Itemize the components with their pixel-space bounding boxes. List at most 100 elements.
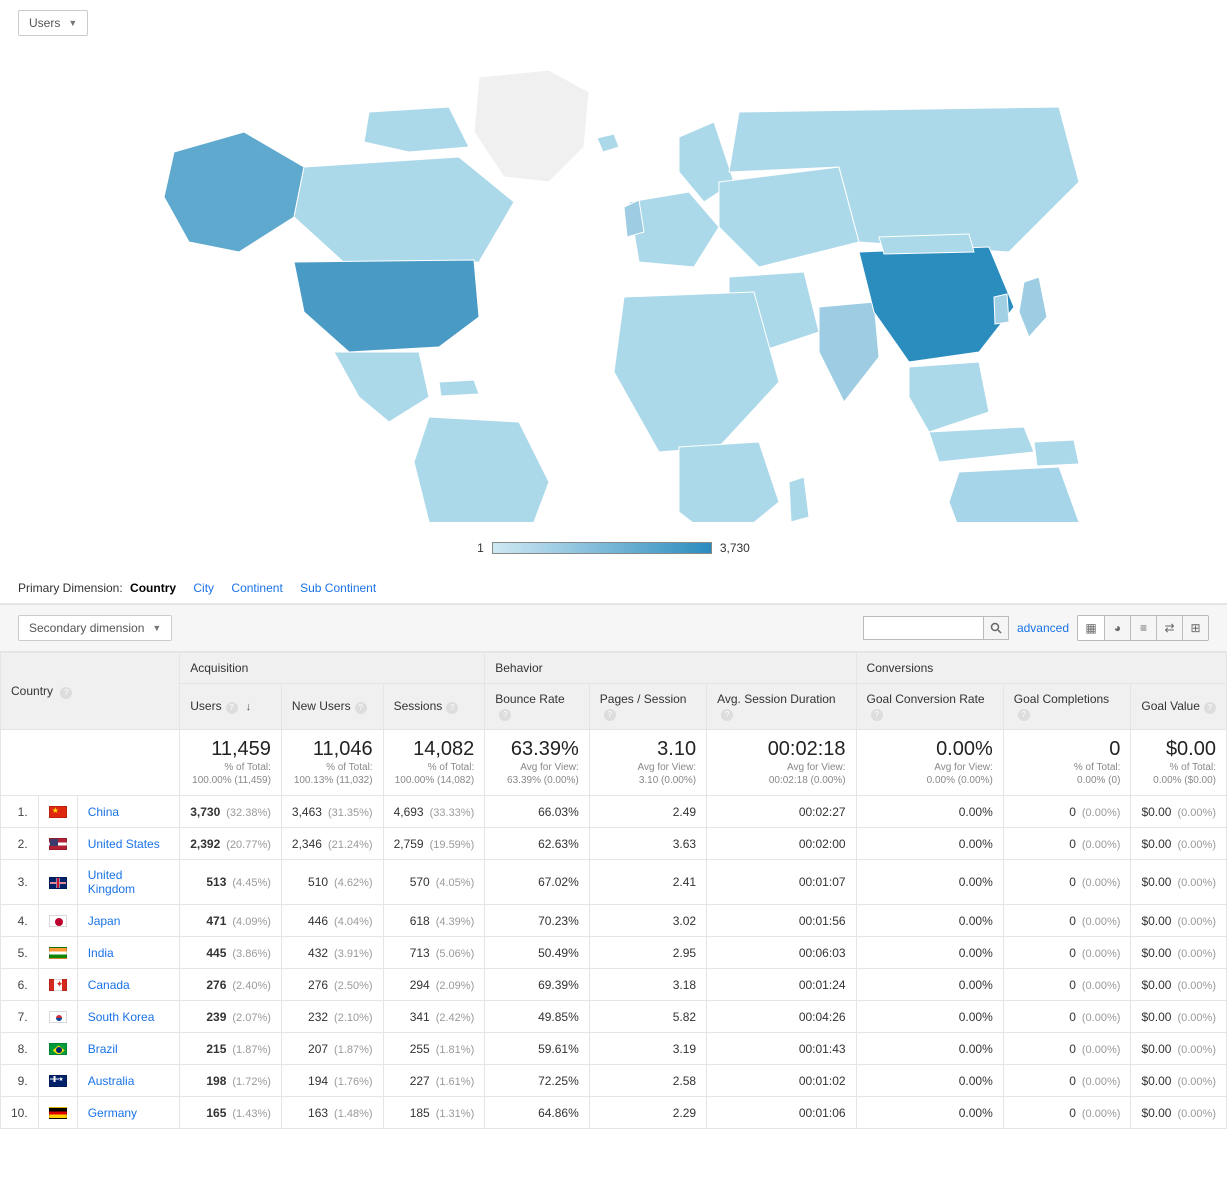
duration-cell: 00:01:56 bbox=[707, 905, 856, 937]
row-index: 2. bbox=[1, 828, 39, 860]
help-icon[interactable]: ? bbox=[60, 687, 72, 699]
help-icon[interactable]: ? bbox=[721, 709, 733, 721]
col-goal-value[interactable]: Goal Value? bbox=[1131, 684, 1227, 730]
col-goal-completions[interactable]: Goal Completions? bbox=[1003, 684, 1131, 730]
view-toggle: ▦ ◕ ≡ ⇄ ⊞ bbox=[1077, 615, 1209, 641]
users-cell: 2,392(20.77%) bbox=[180, 828, 282, 860]
map-legend: 1 3,730 bbox=[0, 535, 1227, 573]
country-cell: China bbox=[77, 796, 180, 828]
dimension-link-continent[interactable]: Continent bbox=[231, 581, 282, 595]
bounce-cell: 64.86% bbox=[485, 1097, 590, 1129]
bounce-cell: 72.25% bbox=[485, 1065, 590, 1097]
flag-icon bbox=[49, 838, 67, 850]
col-users[interactable]: Users?↓ bbox=[180, 684, 282, 730]
view-table-button[interactable]: ▦ bbox=[1078, 616, 1104, 640]
col-bounce-rate[interactable]: Bounce Rate? bbox=[485, 684, 590, 730]
totals-row: 11,459% of Total:100.00% (11,459) 11,046… bbox=[1, 730, 1227, 796]
country-link[interactable]: China bbox=[88, 805, 119, 819]
dimension-link-subcontinent[interactable]: Sub Continent bbox=[300, 581, 376, 595]
duration-cell: 00:06:03 bbox=[707, 937, 856, 969]
flag-icon bbox=[49, 915, 67, 927]
sessions-cell: 570(4.05%) bbox=[383, 860, 485, 905]
table-row: 3.United Kingdom513(4.45%)510(4.62%)570(… bbox=[1, 860, 1227, 905]
help-icon[interactable]: ? bbox=[226, 702, 238, 714]
gc-cell: 0(0.00%) bbox=[1003, 1033, 1131, 1065]
country-link[interactable]: Australia bbox=[88, 1074, 135, 1088]
new-users-cell: 163(1.48%) bbox=[281, 1097, 383, 1129]
country-link[interactable]: Brazil bbox=[88, 1042, 118, 1056]
dimension-active[interactable]: Country bbox=[130, 581, 176, 595]
gcr-cell: 0.00% bbox=[856, 969, 1003, 1001]
gcr-cell: 0.00% bbox=[856, 860, 1003, 905]
row-index: 1. bbox=[1, 796, 39, 828]
table-row: 10.Germany165(1.43%)163(1.48%)185(1.31%)… bbox=[1, 1097, 1227, 1129]
view-comparison-button[interactable]: ⇄ bbox=[1156, 616, 1182, 640]
duration-cell: 00:02:27 bbox=[707, 796, 856, 828]
country-link[interactable]: Japan bbox=[88, 914, 121, 928]
sessions-cell: 618(4.39%) bbox=[383, 905, 485, 937]
bounce-cell: 70.23% bbox=[485, 905, 590, 937]
duration-cell: 00:01:02 bbox=[707, 1065, 856, 1097]
users-cell: 445(3.86%) bbox=[180, 937, 282, 969]
help-icon[interactable]: ? bbox=[1204, 702, 1216, 714]
flag-cell bbox=[38, 1033, 77, 1065]
advanced-link[interactable]: advanced bbox=[1017, 621, 1069, 635]
sessions-cell: 2,759(19.59%) bbox=[383, 828, 485, 860]
view-pie-button[interactable]: ◕ bbox=[1104, 616, 1130, 640]
col-new-users[interactable]: New Users? bbox=[281, 684, 383, 730]
secondary-dimension-dropdown[interactable]: Secondary dimension ▼ bbox=[18, 615, 172, 641]
help-icon[interactable]: ? bbox=[1018, 709, 1030, 721]
new-users-cell: 207(1.87%) bbox=[281, 1033, 383, 1065]
bounce-cell: 62.63% bbox=[485, 828, 590, 860]
help-icon[interactable]: ? bbox=[499, 709, 511, 721]
view-bar-button[interactable]: ≡ bbox=[1130, 616, 1156, 640]
help-icon[interactable]: ? bbox=[871, 709, 883, 721]
country-link[interactable]: United Kingdom bbox=[88, 868, 135, 896]
flag-cell bbox=[38, 937, 77, 969]
users-cell: 215(1.87%) bbox=[180, 1033, 282, 1065]
table-row: 8.Brazil215(1.87%)207(1.87%)255(1.81%)59… bbox=[1, 1033, 1227, 1065]
gcr-cell: 0.00% bbox=[856, 1097, 1003, 1129]
country-link[interactable]: Germany bbox=[88, 1106, 137, 1120]
table-row: 4.Japan471(4.09%)446(4.04%)618(4.39%)70.… bbox=[1, 905, 1227, 937]
country-cell: India bbox=[77, 937, 180, 969]
gcr-cell: 0.00% bbox=[856, 828, 1003, 860]
legend-gradient bbox=[492, 542, 712, 554]
table-row: 9.Australia198(1.72%)194(1.76%)227(1.61%… bbox=[1, 1065, 1227, 1097]
sessions-cell: 227(1.61%) bbox=[383, 1065, 485, 1097]
col-sessions[interactable]: Sessions? bbox=[383, 684, 485, 730]
caret-down-icon: ▼ bbox=[152, 623, 161, 633]
help-icon[interactable]: ? bbox=[604, 709, 616, 721]
help-icon[interactable]: ? bbox=[355, 702, 367, 714]
country-link[interactable]: India bbox=[88, 946, 114, 960]
country-link[interactable]: Canada bbox=[88, 978, 130, 992]
col-pages-session[interactable]: Pages / Session? bbox=[589, 684, 706, 730]
caret-down-icon: ▼ bbox=[68, 18, 77, 28]
col-country[interactable]: Country ? bbox=[1, 653, 180, 730]
dimension-link-city[interactable]: City bbox=[193, 581, 214, 595]
col-goal-conv-rate[interactable]: Goal Conversion Rate? bbox=[856, 684, 1003, 730]
duration-cell: 00:02:00 bbox=[707, 828, 856, 860]
country-cell: Australia bbox=[77, 1065, 180, 1097]
metric-dropdown[interactable]: Users ▼ bbox=[18, 10, 88, 36]
primary-dimension-label: Primary Dimension: bbox=[18, 581, 123, 595]
bounce-cell: 50.49% bbox=[485, 937, 590, 969]
help-icon[interactable]: ? bbox=[446, 702, 458, 714]
view-pivot-button[interactable]: ⊞ bbox=[1182, 616, 1208, 640]
country-link[interactable]: South Korea bbox=[88, 1010, 155, 1024]
gc-cell: 0(0.00%) bbox=[1003, 796, 1131, 828]
world-map[interactable] bbox=[0, 46, 1227, 535]
search-button[interactable] bbox=[983, 616, 1009, 640]
new-users-cell: 446(4.04%) bbox=[281, 905, 383, 937]
row-index: 6. bbox=[1, 969, 39, 1001]
sessions-cell: 341(2.42%) bbox=[383, 1001, 485, 1033]
gcr-cell: 0.00% bbox=[856, 796, 1003, 828]
col-avg-duration[interactable]: Avg. Session Duration? bbox=[707, 684, 856, 730]
table-search-input[interactable] bbox=[863, 616, 983, 640]
pages-cell: 5.82 bbox=[589, 1001, 706, 1033]
country-link[interactable]: United States bbox=[88, 837, 160, 851]
country-cell: United States bbox=[77, 828, 180, 860]
flag-cell bbox=[38, 905, 77, 937]
row-index: 9. bbox=[1, 1065, 39, 1097]
flag-cell bbox=[38, 796, 77, 828]
